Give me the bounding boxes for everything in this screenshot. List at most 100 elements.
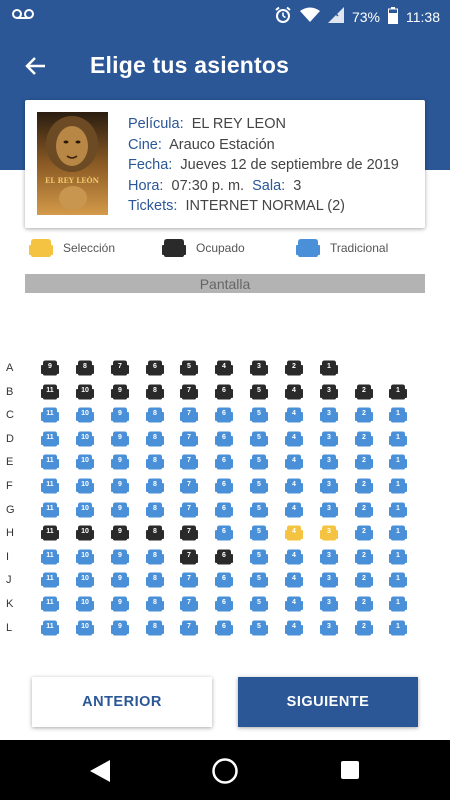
seat-c9-available[interactable]: 9 xyxy=(111,407,129,423)
seat-c8-available[interactable]: 8 xyxy=(146,407,164,423)
seat-i2-available[interactable]: 2 xyxy=(355,549,373,565)
seat-e11-available[interactable]: 11 xyxy=(41,454,59,470)
seat-c2-available[interactable]: 2 xyxy=(355,407,373,423)
seat-k8-available[interactable]: 8 xyxy=(146,596,164,612)
previous-button[interactable]: ANTERIOR xyxy=(32,677,212,727)
seat-e3-available[interactable]: 3 xyxy=(320,454,338,470)
seat-d5-available[interactable]: 5 xyxy=(250,431,268,447)
seat-d2-available[interactable]: 2 xyxy=(355,431,373,447)
nav-back-icon[interactable] xyxy=(88,759,112,783)
seat-e1-available[interactable]: 1 xyxy=(389,454,407,470)
seat-i8-available[interactable]: 8 xyxy=(146,549,164,565)
seat-c5-available[interactable]: 5 xyxy=(250,407,268,423)
seat-l2-available[interactable]: 2 xyxy=(355,620,373,636)
seat-g2-available[interactable]: 2 xyxy=(355,502,373,518)
seat-l7-available[interactable]: 7 xyxy=(180,620,198,636)
seat-i5-available[interactable]: 5 xyxy=(250,549,268,565)
seat-j5-available[interactable]: 5 xyxy=(250,572,268,588)
seat-k9-available[interactable]: 9 xyxy=(111,596,129,612)
seat-l1-available[interactable]: 1 xyxy=(389,620,407,636)
seat-f10-available[interactable]: 10 xyxy=(76,478,94,494)
seat-e9-available[interactable]: 9 xyxy=(111,454,129,470)
seat-c7-available[interactable]: 7 xyxy=(180,407,198,423)
seat-d9-available[interactable]: 9 xyxy=(111,431,129,447)
seat-h6-available[interactable]: 6 xyxy=(215,525,233,541)
seat-f3-available[interactable]: 3 xyxy=(320,478,338,494)
seat-k5-available[interactable]: 5 xyxy=(250,596,268,612)
seat-f11-available[interactable]: 11 xyxy=(41,478,59,494)
nav-recents-icon[interactable] xyxy=(340,760,360,780)
seat-g1-available[interactable]: 1 xyxy=(389,502,407,518)
seat-k11-available[interactable]: 11 xyxy=(41,596,59,612)
seat-d11-available[interactable]: 11 xyxy=(41,431,59,447)
seat-e5-available[interactable]: 5 xyxy=(250,454,268,470)
seat-l4-available[interactable]: 4 xyxy=(285,620,303,636)
seat-f8-available[interactable]: 8 xyxy=(146,478,164,494)
seat-j1-available[interactable]: 1 xyxy=(389,572,407,588)
seat-f5-available[interactable]: 5 xyxy=(250,478,268,494)
seat-d10-available[interactable]: 10 xyxy=(76,431,94,447)
seat-l11-available[interactable]: 11 xyxy=(41,620,59,636)
seat-d8-available[interactable]: 8 xyxy=(146,431,164,447)
seat-l9-available[interactable]: 9 xyxy=(111,620,129,636)
seat-f2-available[interactable]: 2 xyxy=(355,478,373,494)
back-arrow-icon[interactable] xyxy=(22,52,50,80)
seat-k7-available[interactable]: 7 xyxy=(180,596,198,612)
seat-c1-available[interactable]: 1 xyxy=(389,407,407,423)
seat-j11-available[interactable]: 11 xyxy=(41,572,59,588)
seat-g7-available[interactable]: 7 xyxy=(180,502,198,518)
seat-k1-available[interactable]: 1 xyxy=(389,596,407,612)
seat-c10-available[interactable]: 10 xyxy=(76,407,94,423)
seat-e7-available[interactable]: 7 xyxy=(180,454,198,470)
seat-g9-available[interactable]: 9 xyxy=(111,502,129,518)
seat-j10-available[interactable]: 10 xyxy=(76,572,94,588)
seat-f4-available[interactable]: 4 xyxy=(285,478,303,494)
seat-k2-available[interactable]: 2 xyxy=(355,596,373,612)
seat-j7-available[interactable]: 7 xyxy=(180,572,198,588)
seat-f6-available[interactable]: 6 xyxy=(215,478,233,494)
seat-g8-available[interactable]: 8 xyxy=(146,502,164,518)
seat-c11-available[interactable]: 11 xyxy=(41,407,59,423)
seat-j4-available[interactable]: 4 xyxy=(285,572,303,588)
seat-i4-available[interactable]: 4 xyxy=(285,549,303,565)
seat-f7-available[interactable]: 7 xyxy=(180,478,198,494)
seat-g5-available[interactable]: 5 xyxy=(250,502,268,518)
seat-j9-available[interactable]: 9 xyxy=(111,572,129,588)
seat-h3-selected[interactable]: 3 xyxy=(320,525,338,541)
seat-k10-available[interactable]: 10 xyxy=(76,596,94,612)
seat-c3-available[interactable]: 3 xyxy=(320,407,338,423)
seat-k6-available[interactable]: 6 xyxy=(215,596,233,612)
seat-i3-available[interactable]: 3 xyxy=(320,549,338,565)
seat-g6-available[interactable]: 6 xyxy=(215,502,233,518)
seat-d7-available[interactable]: 7 xyxy=(180,431,198,447)
seat-h5-available[interactable]: 5 xyxy=(250,525,268,541)
seat-g4-available[interactable]: 4 xyxy=(285,502,303,518)
seat-e10-available[interactable]: 10 xyxy=(76,454,94,470)
seat-k4-available[interactable]: 4 xyxy=(285,596,303,612)
seat-h4-selected[interactable]: 4 xyxy=(285,525,303,541)
seat-j3-available[interactable]: 3 xyxy=(320,572,338,588)
seat-f9-available[interactable]: 9 xyxy=(111,478,129,494)
seat-j8-available[interactable]: 8 xyxy=(146,572,164,588)
seat-f1-available[interactable]: 1 xyxy=(389,478,407,494)
seat-e4-available[interactable]: 4 xyxy=(285,454,303,470)
seat-i9-available[interactable]: 9 xyxy=(111,549,129,565)
seat-i10-available[interactable]: 10 xyxy=(76,549,94,565)
seat-e6-available[interactable]: 6 xyxy=(215,454,233,470)
seat-c6-available[interactable]: 6 xyxy=(215,407,233,423)
seat-l5-available[interactable]: 5 xyxy=(250,620,268,636)
seat-h2-available[interactable]: 2 xyxy=(355,525,373,541)
seat-c4-available[interactable]: 4 xyxy=(285,407,303,423)
seat-i1-available[interactable]: 1 xyxy=(389,549,407,565)
seat-i11-available[interactable]: 11 xyxy=(41,549,59,565)
seat-k3-available[interactable]: 3 xyxy=(320,596,338,612)
seat-d3-available[interactable]: 3 xyxy=(320,431,338,447)
seat-g10-available[interactable]: 10 xyxy=(76,502,94,518)
seat-e2-available[interactable]: 2 xyxy=(355,454,373,470)
seat-l6-available[interactable]: 6 xyxy=(215,620,233,636)
seat-l3-available[interactable]: 3 xyxy=(320,620,338,636)
seat-j2-available[interactable]: 2 xyxy=(355,572,373,588)
nav-home-icon[interactable] xyxy=(211,757,239,785)
seat-d6-available[interactable]: 6 xyxy=(215,431,233,447)
seat-g3-available[interactable]: 3 xyxy=(320,502,338,518)
